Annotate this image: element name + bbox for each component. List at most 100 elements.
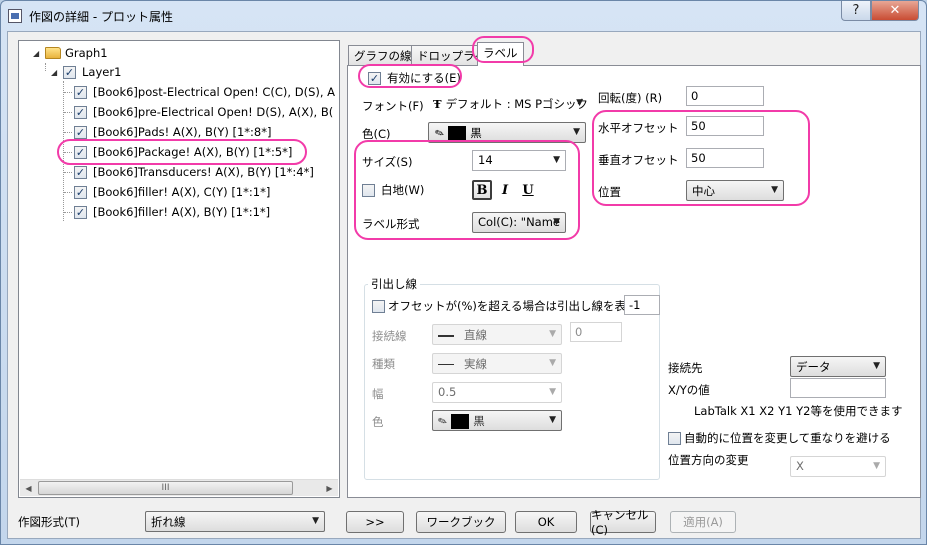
checkbox-checked-icon[interactable]: ✓ [74, 125, 87, 139]
tree-item-label: [Book6]post-Electrical Open! C(C), D(S),… [93, 85, 336, 99]
tree-connector [45, 63, 46, 71]
tree-item-plot[interactable]: ✓ [Book6]filler! A(X), C(Y) [1*:1*] [74, 183, 270, 201]
title-bar[interactable]: 作図の詳細 - プロット属性 ? ✕ [1, 1, 926, 31]
checkbox-checked-icon[interactable]: ✓ [63, 65, 76, 79]
leader-offset-checkbox[interactable]: オフセットが(%)を超える場合は引出し線を表示 [372, 298, 638, 314]
folder-icon [45, 47, 61, 59]
highlight-ring [354, 140, 580, 240]
connector-label: 接続線 [372, 329, 407, 343]
leader-color-select[interactable]: ✎ 黒 ▼ [432, 410, 562, 431]
checkbox-unchecked-icon[interactable] [668, 431, 681, 445]
tree-item-plot[interactable]: ✓ [Book6]post-Electrical Open! C(C), D(S… [74, 83, 335, 101]
tree-horizontal-scrollbar[interactable]: ◀ III ▶ [20, 479, 338, 496]
leader-offset-text: オフセットが(%)を超える場合は引出し線を表示 [388, 299, 638, 313]
workbook-button[interactable]: ワークブック [416, 511, 506, 533]
connection-target-label: 接続先 [668, 361, 703, 375]
collapse-arrow-icon[interactable]: ◢ [51, 68, 61, 77]
tree-connector [64, 172, 72, 173]
plot-type-label: 作図形式(T) [18, 515, 80, 529]
tree-connector [64, 92, 72, 93]
connection-target-select[interactable]: データ ▼ [790, 356, 886, 377]
truetype-font-icon: Ŧ [433, 97, 442, 111]
font-label: フォント(F) [362, 99, 424, 113]
color-swatch [451, 414, 470, 429]
leader-offset-input[interactable]: -1 [624, 295, 660, 315]
tree-node-layer[interactable]: ◢ ✓ Layer1 [51, 63, 121, 81]
dropdown-arrow-icon: ▼ [549, 415, 556, 425]
xy-value-label: X/Yの値 [668, 383, 710, 397]
tree-node-graph[interactable]: ◢ Graph1 [33, 44, 108, 62]
connection-target-value: データ [796, 360, 831, 374]
checkbox-checked-icon[interactable]: ✓ [74, 205, 87, 219]
direction-value: X [796, 459, 804, 473]
tree-item-label: [Book6]pre-Electrical Open! D(S), A(X), … [93, 105, 334, 119]
dropdown-arrow-icon: ▼ [573, 127, 580, 137]
highlight-ring [472, 36, 534, 63]
dialog-body: ◢ Graph1 ◢ ✓ Layer1 ✓ [Book6]post-Electr… [7, 31, 921, 539]
leader-color-value: 黒 [473, 414, 485, 428]
xy-value-input[interactable] [790, 378, 886, 398]
font-value: デフォルト : MS Pゴシック [445, 97, 588, 111]
window-title: 作図の詳細 - プロット属性 [29, 10, 173, 24]
type-label: 種類 [372, 357, 395, 371]
dropdown-arrow-icon: ▼ [576, 98, 583, 108]
label-tab-panel: ✓ 有効にする(E) フォント(F) Ŧ デフォルト : MS Pゴシック ▼ 色… [347, 64, 921, 498]
tree-item-plot[interactable]: ✓ [Book6]filler! A(X), B(Y) [1*:1*] [74, 203, 270, 221]
highlight-ring [358, 64, 462, 88]
checkbox-checked-icon[interactable]: ✓ [74, 185, 87, 199]
plot-details-dialog: 作図の詳細 - プロット属性 ? ✕ ◢ Graph1 ◢ ✓ Layer1 ✓… [0, 0, 927, 545]
color-value: 黒 [470, 126, 482, 140]
scrollbar-thumb[interactable]: III [38, 481, 293, 495]
scroll-right-arrow-icon[interactable]: ▶ [321, 480, 338, 496]
line-width-select[interactable]: 0.5 ▼ [432, 382, 562, 403]
tree-item-label: [Book6]filler! A(X), C(Y) [1*:1*] [93, 185, 271, 199]
apply-button[interactable]: 適用(A) [670, 511, 736, 533]
tree-node-label: Layer1 [82, 65, 122, 79]
dropdown-arrow-icon: ▼ [873, 361, 880, 371]
connector-select[interactable]: 直線 ▼ [432, 324, 562, 345]
app-icon [8, 9, 22, 23]
pen-icon: ✎ [436, 413, 450, 430]
tab-graph-line[interactable]: グラフの線 [348, 45, 418, 65]
checkbox-unchecked-icon[interactable] [372, 299, 385, 313]
help-button[interactable]: ? [841, 1, 871, 21]
line-type-select[interactable]: 実線 ▼ [432, 353, 562, 374]
direction-label: 位置方向の変更 [668, 453, 749, 467]
checkbox-checked-icon[interactable]: ✓ [74, 165, 87, 179]
line-sample-icon [438, 364, 454, 365]
font-select[interactable]: Ŧ デフォルト : MS Pゴシック ▼ [428, 94, 588, 115]
tree-item-plot[interactable]: ✓ [Book6]pre-Electrical Open! D(S), A(X)… [74, 103, 333, 121]
leader-line-group-title: 引出し線 [368, 276, 420, 292]
plot-type-select[interactable]: 折れ線 ▼ [145, 511, 325, 532]
plot-type-value: 折れ線 [151, 515, 186, 529]
dropdown-arrow-icon: ▼ [549, 387, 556, 397]
color-swatch [448, 126, 467, 141]
checkbox-checked-icon[interactable]: ✓ [74, 105, 87, 119]
connector-number-input[interactable]: 0 [570, 322, 622, 342]
dropdown-arrow-icon: ▼ [312, 516, 319, 526]
auto-position-checkbox[interactable]: 自動的に位置を変更して重なりを避ける [668, 430, 891, 446]
tree-connector [64, 192, 72, 193]
close-button[interactable]: ✕ [871, 1, 919, 21]
tree-node-label: Graph1 [65, 46, 108, 60]
tree-connector [64, 212, 72, 213]
ok-button[interactable]: OK [515, 511, 577, 533]
leader-color-label: 色 [372, 415, 384, 429]
labtalk-hint: LabTalk X1 X2 Y1 Y2等を使用できます [694, 404, 903, 418]
line-type-value: 実線 [464, 357, 487, 371]
tree-item-label: [Book6]Pads! A(X), B(Y) [1*:8*] [93, 125, 272, 139]
tree-item-plot[interactable]: ✓ [Book6]Transducers! A(X), B(Y) [1*:4*] [74, 163, 314, 181]
plot-tree[interactable]: ◢ Graph1 ◢ ✓ Layer1 ✓ [Book6]post-Electr… [18, 40, 340, 498]
line-sample-icon [438, 334, 454, 337]
pen-icon: ✎ [433, 125, 447, 142]
cancel-button[interactable]: キャンセル(C) [590, 508, 656, 537]
expand-button[interactable]: >> [346, 511, 404, 533]
checkbox-checked-icon[interactable]: ✓ [74, 85, 87, 99]
collapse-arrow-icon[interactable]: ◢ [33, 49, 43, 58]
direction-select[interactable]: X ▼ [790, 456, 886, 477]
rotation-label: 回転(度) (R) [598, 91, 663, 105]
rotation-input[interactable]: 0 [686, 86, 764, 106]
scroll-left-arrow-icon[interactable]: ◀ [20, 480, 37, 496]
dropdown-arrow-icon: ▼ [549, 329, 556, 339]
dropdown-arrow-icon: ▼ [873, 461, 880, 471]
